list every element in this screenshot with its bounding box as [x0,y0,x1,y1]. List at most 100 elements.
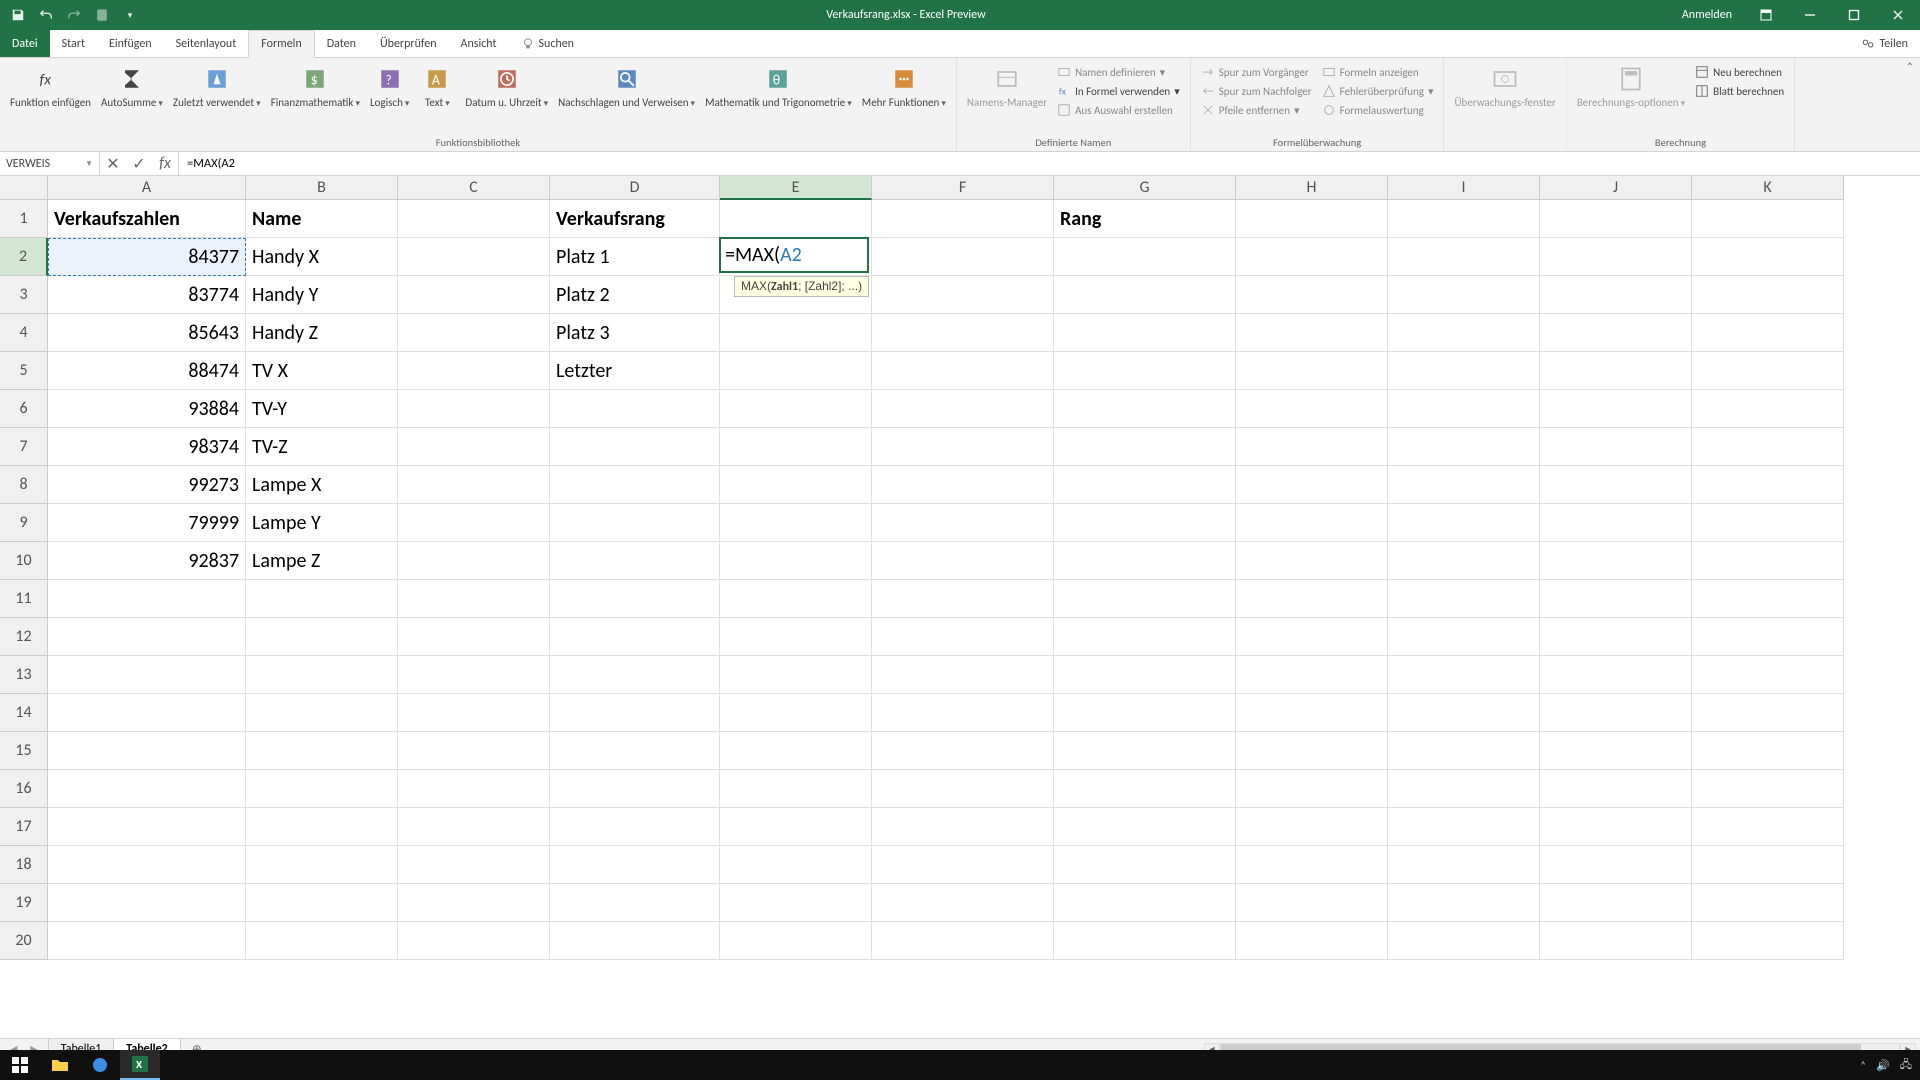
cell-J2[interactable] [1540,238,1692,276]
cell-K9[interactable] [1692,504,1844,542]
cell-E18[interactable] [720,846,872,884]
cell-K2[interactable] [1692,238,1844,276]
cell-I17[interactable] [1388,808,1540,846]
close-button[interactable] [1876,0,1920,30]
date-time-button[interactable]: Datum u. Uhrzeit [461,61,552,112]
cell-C7[interactable] [398,428,550,466]
cell-J8[interactable] [1540,466,1692,504]
cell-H10[interactable] [1236,542,1388,580]
cell-C20[interactable] [398,922,550,960]
cell-K1[interactable] [1692,200,1844,238]
cell-A2[interactable]: 84377 [48,238,246,276]
cell-C17[interactable] [398,808,550,846]
excel-taskbar-icon[interactable]: X [120,1050,160,1080]
cell-D19[interactable] [550,884,720,922]
cell-J3[interactable] [1540,276,1692,314]
row-header-20[interactable]: 20 [0,922,48,960]
cell-H18[interactable] [1236,846,1388,884]
cell-D20[interactable] [550,922,720,960]
financial-button[interactable]: $Finanzmathematik [267,61,364,112]
cell-I14[interactable] [1388,694,1540,732]
name-box[interactable]: VERWEIS ▼ [0,152,100,175]
tab-start[interactable]: Start [50,30,97,57]
cell-F19[interactable] [872,884,1054,922]
cell-I9[interactable] [1388,504,1540,542]
cell-C5[interactable] [398,352,550,390]
more-functions-button[interactable]: Mehr Funktionen [858,61,950,112]
cell-E15[interactable] [720,732,872,770]
cell-J6[interactable] [1540,390,1692,428]
row-header-18[interactable]: 18 [0,846,48,884]
logical-button[interactable]: ?Logisch [366,61,413,112]
tray-network-icon[interactable]: 🖧 [1900,1056,1912,1075]
recently-used-button[interactable]: Zuletzt verwendet [169,61,265,112]
column-header-D[interactable]: D [550,176,720,200]
cell-D17[interactable] [550,808,720,846]
cell-H17[interactable] [1236,808,1388,846]
calculate-now-button[interactable]: Neu berechnen [1691,63,1788,81]
cell-F5[interactable] [872,352,1054,390]
row-header-9[interactable]: 9 [0,504,48,542]
cell-H15[interactable] [1236,732,1388,770]
cell-J12[interactable] [1540,618,1692,656]
cell-H8[interactable] [1236,466,1388,504]
cell-B13[interactable] [246,656,398,694]
column-header-E[interactable]: E [720,176,872,200]
cell-J19[interactable] [1540,884,1692,922]
cell-K11[interactable] [1692,580,1844,618]
cell-G8[interactable] [1054,466,1236,504]
cell-E13[interactable] [720,656,872,694]
cell-I15[interactable] [1388,732,1540,770]
cell-C19[interactable] [398,884,550,922]
cell-A9[interactable]: 79999 [48,504,246,542]
row-header-8[interactable]: 8 [0,466,48,504]
row-header-6[interactable]: 6 [0,390,48,428]
cell-K8[interactable] [1692,466,1844,504]
tab-formulas[interactable]: Formeln [248,30,314,58]
cell-C3[interactable] [398,276,550,314]
cell-K13[interactable] [1692,656,1844,694]
cell-B15[interactable] [246,732,398,770]
cell-B14[interactable] [246,694,398,732]
column-header-A[interactable]: A [48,176,246,200]
column-header-J[interactable]: J [1540,176,1692,200]
share-button[interactable]: Teilen [1849,30,1920,57]
cell-I19[interactable] [1388,884,1540,922]
cell-H6[interactable] [1236,390,1388,428]
cell-E9[interactable] [720,504,872,542]
cell-I6[interactable] [1388,390,1540,428]
cell-D4[interactable]: Platz 3 [550,314,720,352]
tab-layout[interactable]: Seitenlayout [164,30,249,57]
cell-H11[interactable] [1236,580,1388,618]
cell-D12[interactable] [550,618,720,656]
cell-F18[interactable] [872,846,1054,884]
cell-J18[interactable] [1540,846,1692,884]
cell-D13[interactable] [550,656,720,694]
text-button[interactable]: AText [415,61,459,112]
cell-A20[interactable] [48,922,246,960]
column-header-K[interactable]: K [1692,176,1844,200]
cell-F15[interactable] [872,732,1054,770]
cell-G14[interactable] [1054,694,1236,732]
cell-G16[interactable] [1054,770,1236,808]
cell-H1[interactable] [1236,200,1388,238]
tell-me-search[interactable]: Suchen [509,30,586,57]
row-header-12[interactable]: 12 [0,618,48,656]
tab-review[interactable]: Überprüfen [368,30,449,57]
cell-K5[interactable] [1692,352,1844,390]
lookup-reference-button[interactable]: Nachschlagen und Verweisen [554,61,699,112]
cell-E12[interactable] [720,618,872,656]
autosum-button[interactable]: AutoSumme [97,61,167,112]
cell-H7[interactable] [1236,428,1388,466]
cell-E8[interactable] [720,466,872,504]
row-header-2[interactable]: 2 [0,238,48,276]
cell-A14[interactable] [48,694,246,732]
cell-H19[interactable] [1236,884,1388,922]
edge-icon[interactable] [80,1050,120,1080]
row-header-11[interactable]: 11 [0,580,48,618]
tab-view[interactable]: Ansicht [449,30,509,57]
cell-E10[interactable] [720,542,872,580]
row-header-4[interactable]: 4 [0,314,48,352]
cell-F11[interactable] [872,580,1054,618]
cell-I7[interactable] [1388,428,1540,466]
